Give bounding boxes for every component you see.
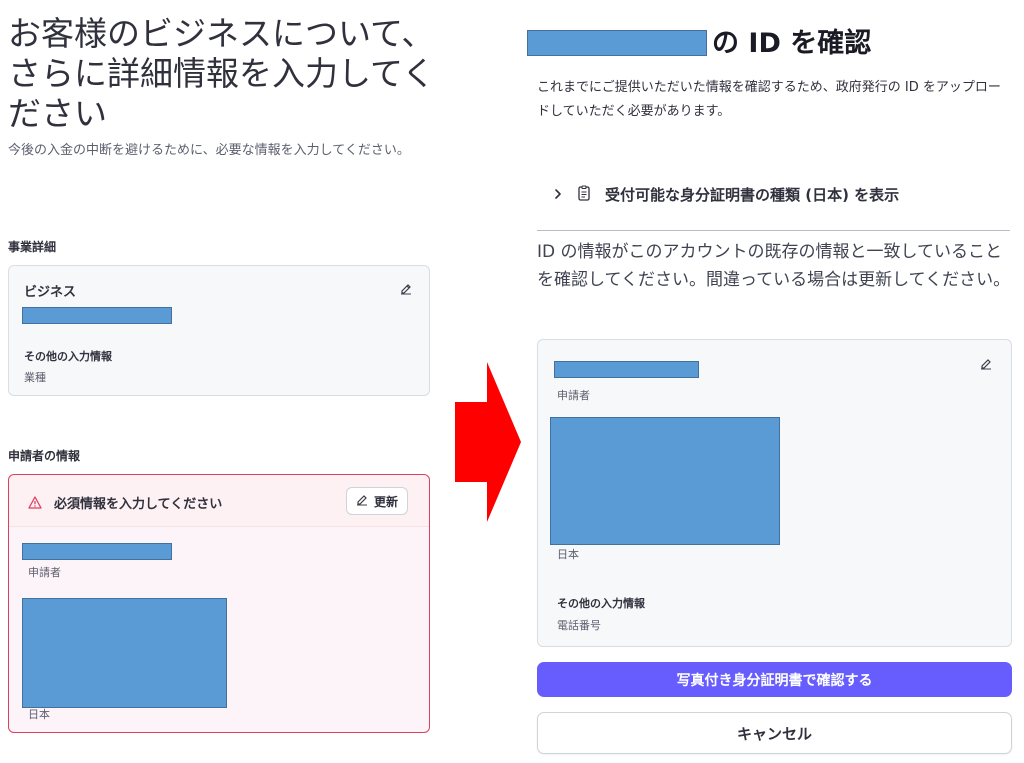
verify-id-title: の ID を確認 (712, 28, 872, 59)
document-icon (577, 184, 591, 205)
redacted-applicant-name (22, 543, 172, 560)
applicant-section-label: 申請者の情報 (8, 449, 81, 463)
other-info-label: その他の入力情報 (557, 597, 645, 610)
update-button[interactable]: 更新 (346, 487, 409, 515)
chevron-right-icon (553, 186, 563, 204)
redacted-applicant-name (554, 361, 699, 378)
other-info-value: 業種 (24, 371, 46, 384)
warning-text: 必須情報を入力してください (54, 497, 223, 512)
other-info-value: 電話番号 (557, 619, 601, 632)
business-section-label: 事業詳細 (8, 240, 57, 254)
edit-icon (356, 494, 368, 509)
business-card: ビジネス その他の入力情報 業種 (8, 265, 430, 396)
business-card-title: ビジネス (24, 285, 77, 300)
red-arrow (455, 362, 521, 526)
applicant-role: 申請者 (557, 389, 590, 402)
redacted-business-name (527, 30, 707, 56)
applicant-card: 必須情報を入力してください 更新 申請者 日本 (8, 474, 430, 733)
verify-with-photo-id-button[interactable]: 写真付き身分証明書で確認する (537, 662, 1012, 697)
alert-triangle-icon (28, 494, 42, 513)
update-button-label: 更新 (374, 494, 399, 509)
edit-icon[interactable] (979, 357, 993, 371)
cancel-button[interactable]: キャンセル (537, 712, 1012, 754)
verify-id-description: これまでにご提供いただいた情報を確認するため、政府発行の ID をアップロードし… (537, 80, 1001, 119)
id-match-notice: ID の情報がこのアカウントの既存の情報と一致していることを確認してください。間… (537, 242, 1011, 290)
other-info-label: その他の入力情報 (24, 350, 112, 363)
redacted-applicant-address (550, 417, 780, 545)
edit-icon[interactable] (399, 282, 413, 296)
applicant-country: 日本 (28, 708, 50, 721)
warning-banner: 必須情報を入力してください 更新 (9, 475, 429, 527)
applicant-country: 日本 (557, 548, 579, 561)
page-title: お客様のビジネスについて、さらに詳細情報を入力してください (8, 14, 436, 133)
page-subtitle: 今後の入金の中断を避けるために、必要な情報を入力してください。 (8, 143, 410, 158)
divider (537, 230, 1010, 231)
applicant-summary-card: 申請者 日本 その他の入力情報 電話番号 (537, 339, 1012, 647)
redacted-business-name (22, 307, 172, 324)
redacted-applicant-address (22, 598, 227, 708)
expander-label: 受付可能な身分証明書の種類 (日本) を表示 (605, 186, 900, 204)
accepted-id-types-expander[interactable]: 受付可能な身分証明書の種類 (日本) を表示 (553, 184, 899, 205)
applicant-role: 申請者 (28, 566, 61, 579)
